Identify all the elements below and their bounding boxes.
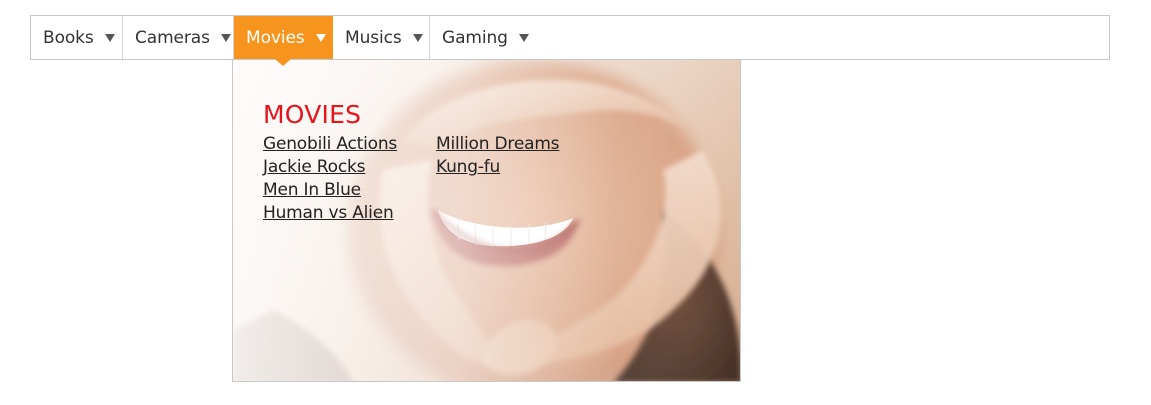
menu-item-label: Books	[43, 27, 94, 48]
caret-down-icon[interactable]	[315, 34, 326, 42]
link-column-2: Million Dreams Kung-fu	[436, 133, 609, 225]
menu-item-label: Movies	[246, 27, 305, 48]
menu-item-movies[interactable]: Movies	[234, 16, 333, 66]
active-pointer	[275, 59, 291, 66]
movie-link[interactable]: Human vs Alien	[263, 202, 436, 225]
link-columns: Genobili Actions Jackie Rocks Men In Blu…	[263, 133, 609, 225]
menu-item-label: Gaming	[442, 27, 508, 48]
movie-link[interactable]: Genobili Actions	[263, 133, 436, 156]
menu-item-musics[interactable]: Musics	[333, 16, 430, 59]
menu-item-label: Cameras	[135, 27, 210, 48]
dropdown-content: MOVIES Genobili Actions Jackie Rocks Men…	[263, 100, 609, 225]
caret-down-icon[interactable]	[412, 34, 423, 42]
menu-item-gaming[interactable]: Gaming	[430, 16, 534, 59]
menu-item-books[interactable]: Books	[31, 16, 123, 59]
movie-link[interactable]: Jackie Rocks	[263, 156, 436, 179]
movie-link[interactable]: Kung-fu	[436, 156, 609, 179]
movie-link[interactable]: Million Dreams	[436, 133, 609, 156]
movie-link[interactable]: Men In Blue	[263, 179, 436, 202]
main-menu-bar: Books Cameras Movies Musics Gaming	[30, 15, 1110, 66]
caret-down-icon[interactable]	[518, 34, 529, 42]
menu-item-label: Musics	[345, 27, 402, 48]
dropdown-heading: MOVIES	[263, 100, 362, 129]
movies-dropdown-panel: MOVIES Genobili Actions Jackie Rocks Men…	[232, 59, 741, 382]
menu-item-cameras[interactable]: Cameras	[123, 16, 234, 59]
caret-down-icon[interactable]	[220, 34, 231, 42]
link-column-1: Genobili Actions Jackie Rocks Men In Blu…	[263, 133, 436, 225]
caret-down-icon[interactable]	[104, 34, 115, 42]
